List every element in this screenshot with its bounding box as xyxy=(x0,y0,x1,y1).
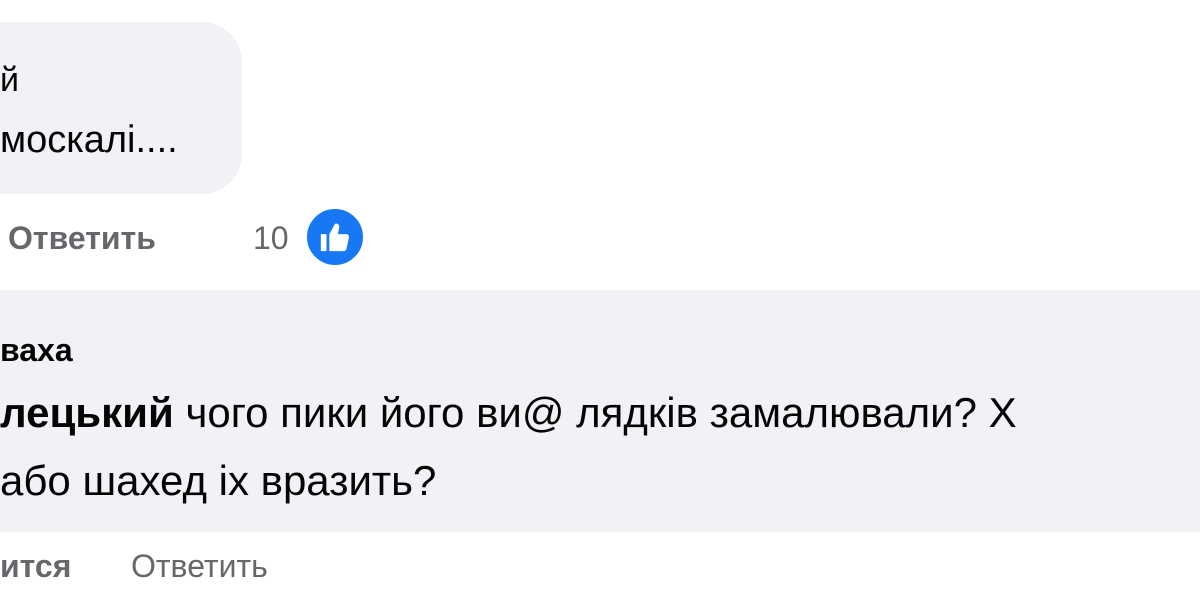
comment-bubble-top xyxy=(0,22,242,194)
mention-link[interactable]: лецький xyxy=(0,389,174,436)
reaction-count[interactable]: 10 xyxy=(253,218,289,258)
comment-text-bottom-line1: лецький чого пики його ви@ лядків замалю… xyxy=(0,388,1017,438)
reply-button-top[interactable]: Ответить xyxy=(8,218,156,258)
comment-text-top-line2: москалі.... xyxy=(0,119,178,161)
comment-text-top-line1: й xyxy=(0,61,19,99)
comment-text-bottom-rest: чого пики його ви@ лядків замалювали? Х xyxy=(173,389,1017,436)
comment-text-bottom-line2: або шахед іх вразить? xyxy=(0,457,437,504)
reply-button-bottom[interactable]: Ответить xyxy=(131,546,268,586)
like-button-bottom[interactable]: ится xyxy=(0,546,71,586)
thumbs-up-glyph xyxy=(320,223,350,252)
thumbs-up-icon[interactable] xyxy=(304,206,366,268)
comment-author[interactable]: ваха xyxy=(0,330,73,370)
